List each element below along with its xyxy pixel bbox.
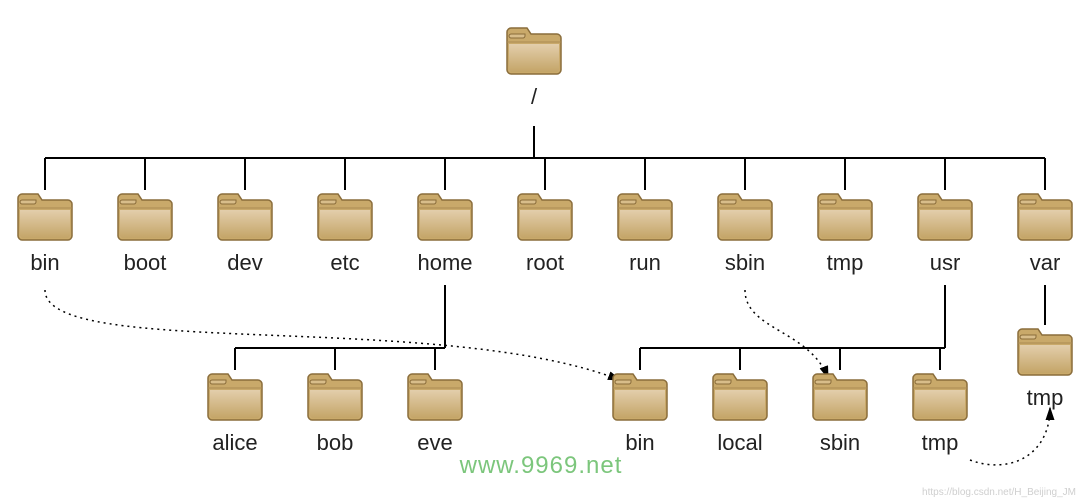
source-url-text: https://blog.csdn.net/H_Beijing_JM [922,487,1076,498]
folder-usr-local: local [709,370,771,456]
folder-icon [214,190,276,244]
folder-label: local [717,430,762,456]
folder-icon [909,370,971,424]
folder-label: boot [124,250,167,276]
folder-label: / [531,84,537,110]
folder-bin: bin [14,190,76,276]
folder-usr-bin: bin [609,370,671,456]
folder-icon [404,370,466,424]
folder-var-tmp: tmp [1014,325,1076,411]
folder-label: tmp [827,250,864,276]
folder-label: tmp [922,430,959,456]
folder-sbin: sbin [714,190,776,276]
folder-bob: bob [304,370,366,456]
folder-label: bin [30,250,59,276]
folder-icon [114,190,176,244]
folder-label: sbin [820,430,860,456]
folder-tmp: tmp [814,190,876,276]
folder-label: bin [625,430,654,456]
folder-label: run [629,250,661,276]
folder-icon [314,190,376,244]
folder-label: home [417,250,472,276]
folder-root-dir: root [514,190,576,276]
folder-home: home [414,190,476,276]
folder-root: / [503,24,565,110]
folder-boot: boot [114,190,176,276]
folder-icon [503,24,565,78]
folder-icon [714,190,776,244]
folder-icon [1014,190,1076,244]
folder-icon [809,370,871,424]
folder-icon [814,190,876,244]
folder-icon [14,190,76,244]
folder-icon [514,190,576,244]
folder-icon [1014,325,1076,379]
folder-label: alice [212,430,257,456]
folder-label: sbin [725,250,765,276]
folder-label: eve [417,430,452,456]
folder-eve: eve [404,370,466,456]
folder-usr: usr [914,190,976,276]
folder-var: var [1014,190,1076,276]
folder-label: var [1030,250,1061,276]
folder-etc: etc [314,190,376,276]
watermark-text: www.9969.net [460,452,623,480]
folder-dev: dev [214,190,276,276]
folder-label: etc [330,250,359,276]
folder-run: run [614,190,676,276]
folder-icon [914,190,976,244]
folder-icon [709,370,771,424]
folder-label: usr [930,250,961,276]
folder-icon [614,190,676,244]
folder-icon [204,370,266,424]
folder-icon [414,190,476,244]
folder-usr-tmp: tmp [909,370,971,456]
folder-label: root [526,250,564,276]
folder-label: tmp [1027,385,1064,411]
folder-icon [304,370,366,424]
folder-label: bob [317,430,354,456]
folder-alice: alice [204,370,266,456]
folder-icon [609,370,671,424]
folder-label: dev [227,250,262,276]
folder-usr-sbin: sbin [809,370,871,456]
